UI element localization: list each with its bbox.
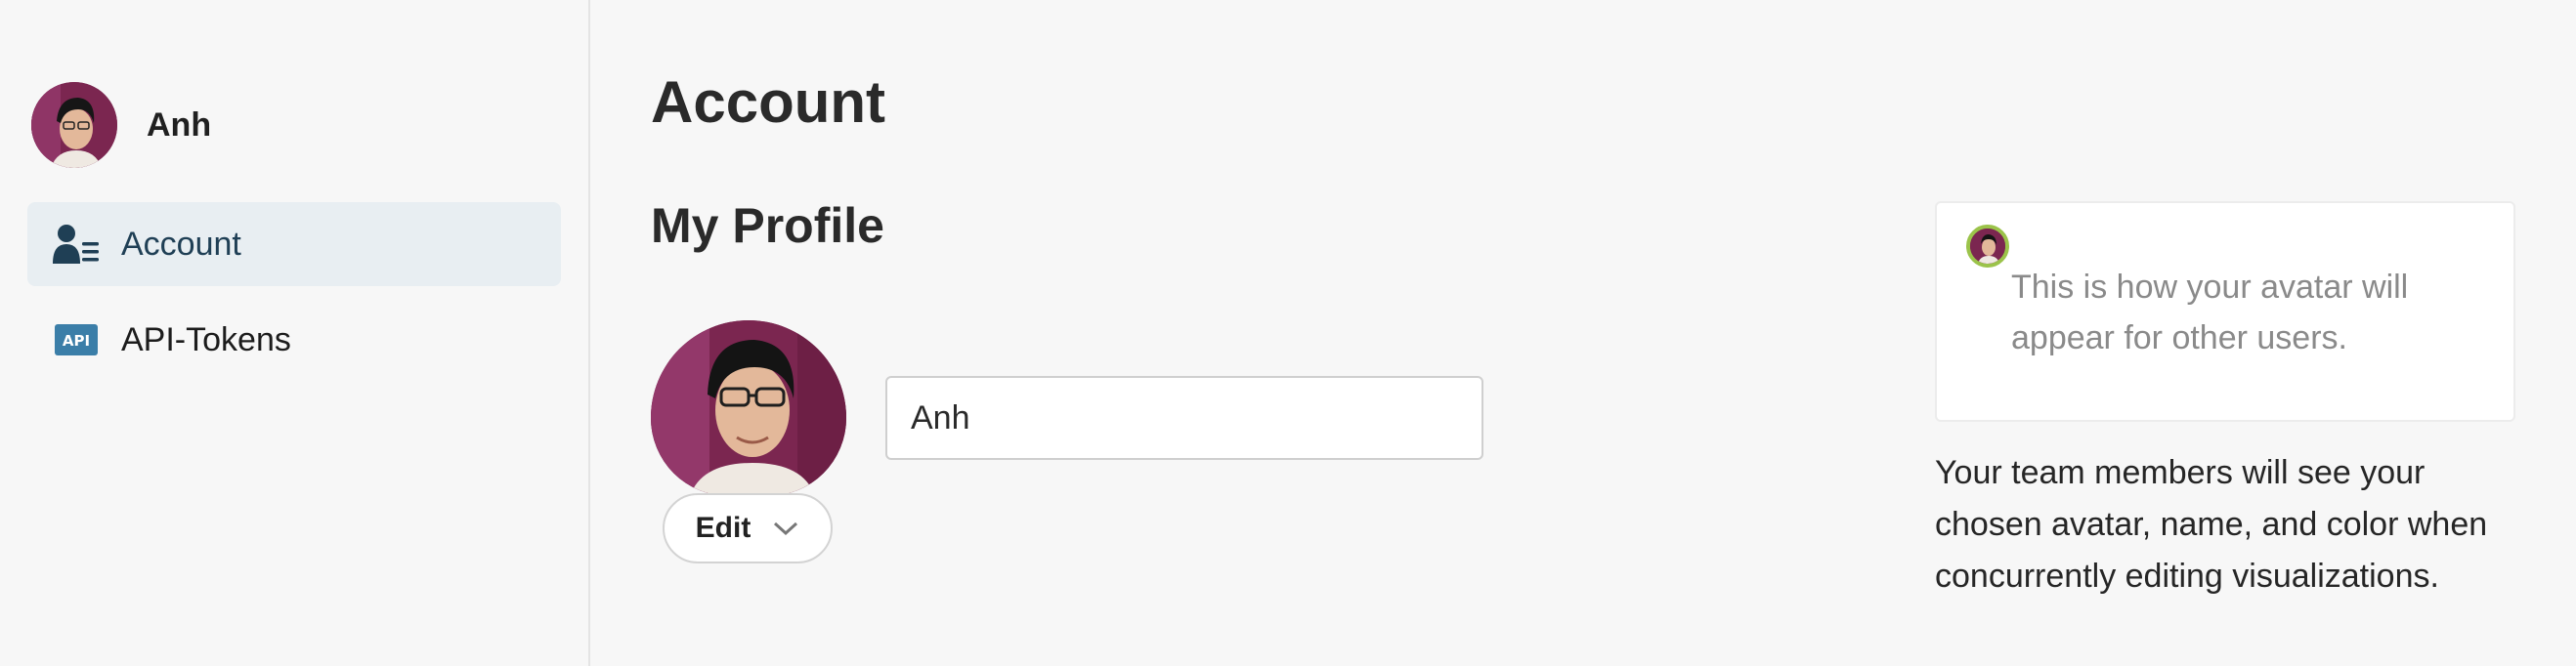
section-title: My Profile bbox=[651, 198, 884, 253]
edit-avatar-button[interactable]: Edit bbox=[663, 493, 833, 563]
avatar-photo bbox=[651, 320, 846, 496]
sidebar: Anh Account API API-Tokens bbox=[0, 0, 590, 666]
sidebar-item-label: API-Tokens bbox=[121, 320, 291, 358]
preview-text: This is how your avatar will appear for … bbox=[2011, 269, 2409, 356]
account-list-icon bbox=[53, 221, 100, 268]
sidebar-item-account[interactable]: Account bbox=[27, 202, 561, 286]
svg-text:API: API bbox=[63, 332, 90, 350]
api-icon: API bbox=[53, 316, 100, 363]
display-name-input[interactable] bbox=[885, 376, 1483, 460]
info-text: Your team members will see your chosen a… bbox=[1935, 454, 2488, 595]
user-name: Anh bbox=[147, 105, 212, 144]
edit-button-label: Edit bbox=[695, 512, 751, 544]
sidebar-item-label: Account bbox=[121, 225, 241, 263]
chevron-down-icon bbox=[774, 521, 798, 536]
sidebar-item-api-tokens[interactable]: API API-Tokens bbox=[27, 298, 561, 382]
preview-avatar bbox=[1966, 225, 2009, 268]
profile-avatar[interactable] bbox=[651, 320, 846, 496]
avatar[interactable] bbox=[31, 82, 117, 168]
main-content: Account My Profile Edit Anh This is how … bbox=[592, 0, 2576, 666]
page-title: Account bbox=[651, 69, 885, 135]
avatar-preview-card: This is how your avatar will appear for … bbox=[1935, 201, 2515, 422]
user-profile-header[interactable]: Anh bbox=[31, 81, 211, 169]
avatar-photo bbox=[31, 82, 117, 168]
